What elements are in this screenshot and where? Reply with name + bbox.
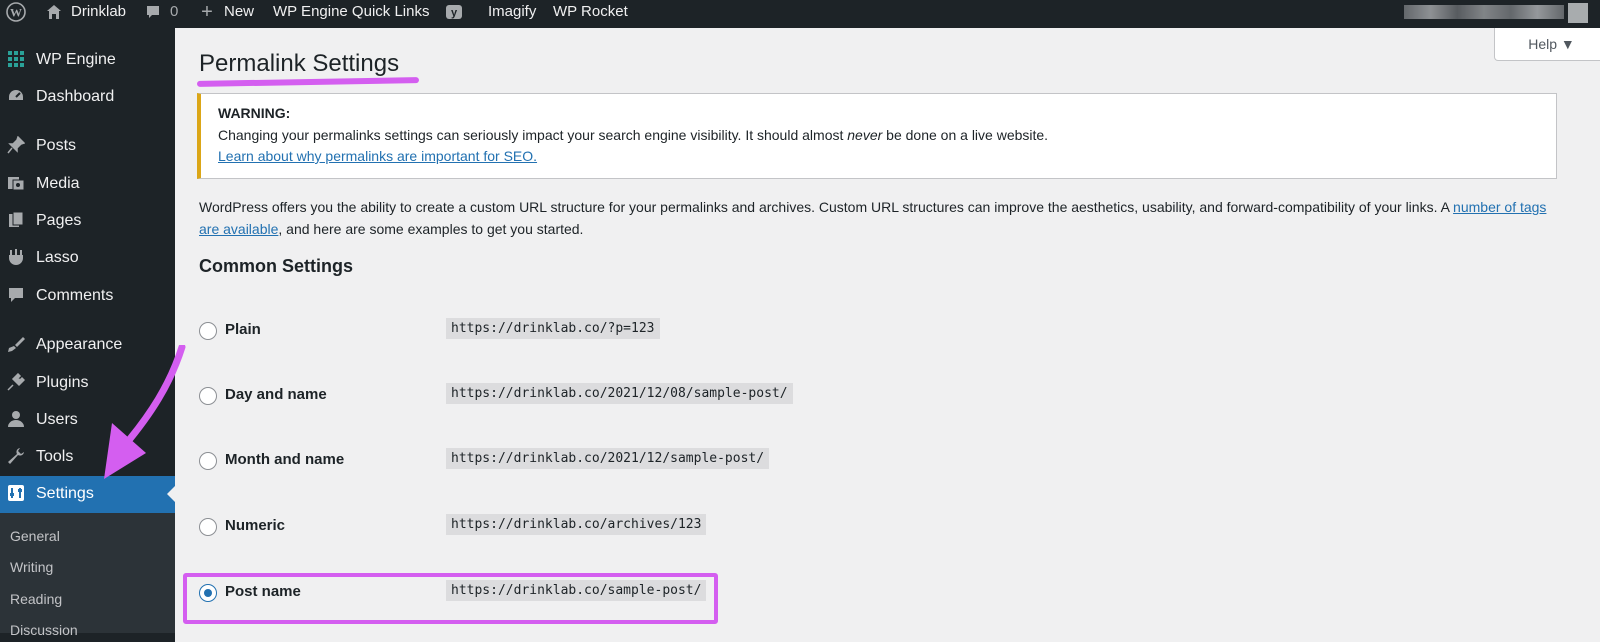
menu-item-comments[interactable]: Comments — [0, 278, 175, 314]
submenu-general[interactable]: General — [10, 526, 60, 546]
menu-item-dashboard[interactable]: Dashboard — [0, 79, 175, 115]
section-title: Common Settings — [199, 256, 354, 276]
main-content: Help ▼ Permalink Settings WARNING: Chang… — [175, 28, 1600, 642]
plus-icon[interactable]: + — [199, 0, 215, 28]
dashboard-icon — [6, 87, 26, 107]
menu-item-posts[interactable]: Posts — [0, 128, 175, 164]
wordpress-logo-icon[interactable]: W — [4, 0, 28, 28]
admin-bar: W Drinklab 0 + New WP Engine Quick Links… — [0, 0, 1600, 28]
option-label: Numeric — [225, 517, 286, 534]
radio-plain[interactable] — [199, 322, 217, 340]
page-title: Permalink Settings — [199, 50, 400, 77]
notice-heading: WARNING: — [218, 105, 291, 121]
svg-text:W: W — [10, 6, 22, 20]
pin-icon — [6, 135, 26, 156]
user-account-blurred[interactable] — [1404, 5, 1564, 19]
menu-item-media[interactable]: Media — [0, 166, 175, 202]
home-icon[interactable] — [44, 0, 64, 28]
users-icon — [6, 410, 26, 430]
settings-icon — [6, 484, 26, 504]
svg-text:y: y — [451, 7, 458, 19]
comments-bubble-icon[interactable] — [144, 0, 162, 28]
wp-rocket-link[interactable]: WP Rocket — [553, 0, 628, 28]
wp-engine-quick-links[interactable]: WP Engine Quick Links — [273, 0, 429, 28]
submenu-writing[interactable]: Writing — [10, 557, 53, 577]
comments-icon — [6, 286, 26, 306]
option-label: Month and name — [225, 451, 345, 468]
option-example: https://drinklab.co/?p=123 — [446, 318, 660, 339]
media-icon — [6, 174, 26, 194]
seo-permalinks-link[interactable]: Learn about why permalinks are important… — [218, 148, 537, 164]
avatar[interactable] — [1568, 3, 1588, 23]
wrench-icon — [6, 447, 26, 467]
annotation-highlight-box — [183, 573, 718, 624]
notice-text: Changing your permalinks settings can se… — [218, 127, 1049, 143]
menu-item-pages[interactable]: Pages — [0, 203, 175, 239]
option-label: Day and name — [225, 386, 327, 403]
imagify-link[interactable]: Imagify — [488, 0, 536, 28]
submenu-discussion[interactable]: Discussion — [10, 620, 78, 640]
annotation-underline — [196, 77, 420, 87]
help-button[interactable]: Help ▼ — [1494, 28, 1600, 61]
radio-day-and-name[interactable] — [199, 387, 217, 405]
option-example: https://drinklab.co/archives/123 — [446, 514, 707, 535]
option-label: Plain — [225, 321, 261, 338]
pages-icon — [6, 211, 26, 231]
radio-month-and-name[interactable] — [199, 452, 217, 470]
option-example: https://drinklab.co/2021/12/sample-post/ — [446, 448, 770, 469]
comments-count[interactable]: 0 — [170, 0, 178, 28]
grid-icon — [6, 50, 26, 70]
menu-item-lasso[interactable]: Lasso — [0, 240, 175, 276]
plugin-icon — [6, 372, 26, 393]
settings-submenu: General Writing Reading Discussion — [0, 513, 175, 638]
site-name-link[interactable]: Drinklab — [71, 0, 126, 28]
submenu-reading[interactable]: Reading — [10, 589, 62, 609]
radio-numeric[interactable] — [199, 518, 217, 536]
annotation-arrow — [104, 345, 186, 479]
yoast-icon[interactable]: y — [444, 0, 464, 28]
warning-notice: WARNING: Changing your permalinks settin… — [197, 93, 1557, 179]
active-indicator — [167, 486, 175, 502]
menu-item-wp-engine[interactable]: WP Engine — [0, 42, 175, 78]
option-example: https://drinklab.co/2021/12/08/sample-po… — [446, 383, 793, 404]
brush-icon — [6, 335, 26, 355]
intro-text: WordPress offers you the ability to crea… — [199, 199, 1547, 237]
lasso-icon — [6, 248, 26, 268]
new-content-link[interactable]: New — [224, 0, 254, 28]
admin-sidebar: WP Engine Dashboard Posts Media Pages La… — [0, 28, 175, 642]
